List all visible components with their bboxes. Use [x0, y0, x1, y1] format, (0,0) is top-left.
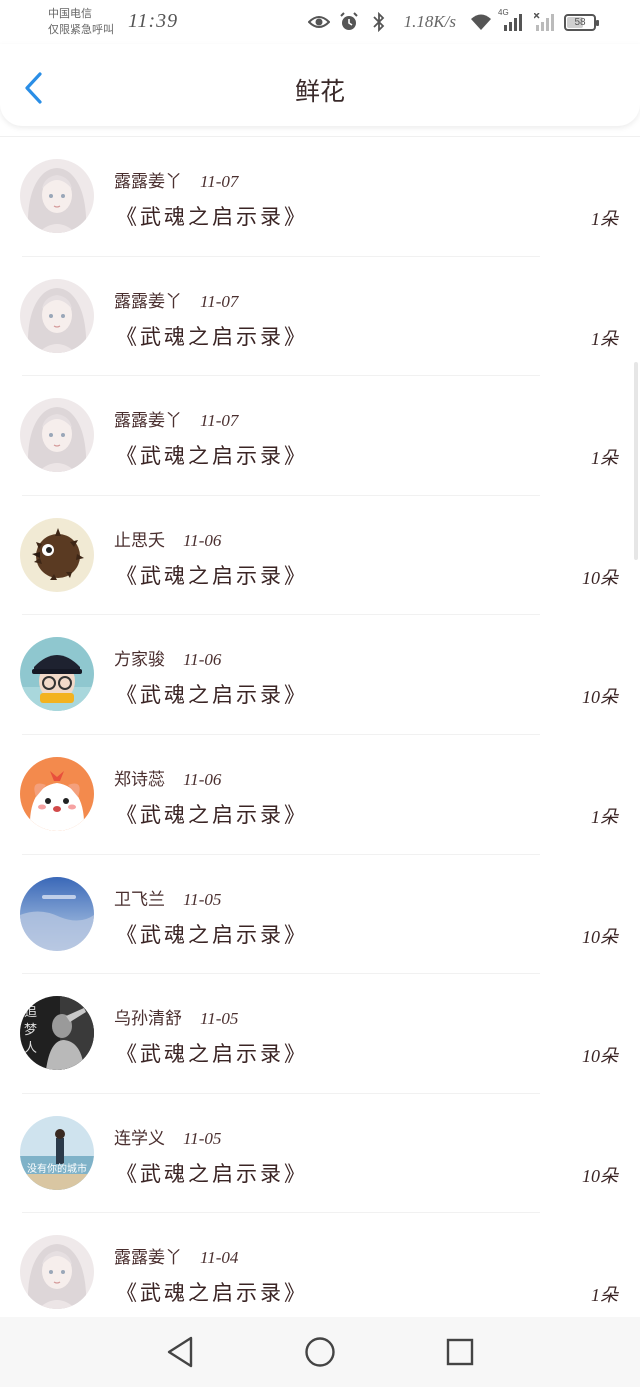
gift-date: 11-07: [200, 172, 239, 191]
avatar[interactable]: [20, 398, 94, 473]
gift-date: 11-06: [183, 530, 222, 550]
flower-count: 1朵: [591, 328, 618, 349]
flower-count: 1朵: [591, 209, 618, 229]
nav-home-button[interactable]: [298, 1330, 342, 1374]
avatar[interactable]: [20, 517, 94, 592]
book-title[interactable]: 《武魂之启示录》: [116, 560, 308, 590]
book-title[interactable]: 《武魂之启示录》: [116, 1038, 308, 1068]
avatar-caption: 追梦人: [24, 1005, 38, 1057]
book-title[interactable]: 《武魂之启示录》: [116, 1158, 308, 1188]
top-nav-bar: 鲜花: [0, 44, 640, 126]
avatar[interactable]: [20, 637, 94, 712]
sender-meta: 露露姜丫 11-07: [114, 406, 238, 431]
flower-count: 10朵: [582, 687, 618, 708]
flower-count: 1朵: [591, 448, 618, 469]
flower-count: 10朵: [582, 567, 618, 588]
book-title[interactable]: 《武魂之启示录》: [116, 919, 308, 949]
list-item[interactable]: 止思夭 11-06 《武魂之启示录》 10朵: [0, 496, 640, 616]
gift-date: 11-07: [200, 411, 239, 431]
gift-date: 11-05: [183, 889, 222, 909]
sender-meta: 卫飞兰 11-05: [114, 885, 221, 910]
gift-date: 11-04: [200, 1248, 239, 1268]
carrier-status: 仅限紧急呼叫: [48, 24, 114, 36]
sender-meta: 露露姜丫 11-04: [114, 1243, 238, 1268]
signal-icon: 4G: [498, 8, 526, 32]
list-item[interactable]: 露露姜丫 11-04 《武魂之启示录》 1朵: [0, 1213, 640, 1333]
gift-date: 11-07: [200, 291, 239, 311]
sender-name[interactable]: 乌孙清舒: [114, 1009, 182, 1029]
list-item[interactable]: 郑诗蕊 11-06 《武魂之启示录》 1朵: [0, 735, 640, 855]
gift-date: 11-06: [183, 769, 222, 789]
book-title[interactable]: 《武魂之启示录》: [116, 321, 308, 351]
flower-gift-list: 露露姜丫 11-07 《武魂之启示录》 1朵 露露姜丫 11-07 《武魂之启示录》 1朵 露露…: [0, 136, 640, 1333]
scrollbar[interactable]: [634, 362, 638, 560]
sender-meta: 连学义 11-05: [114, 1124, 221, 1149]
sender-name[interactable]: 卫飞兰: [114, 890, 165, 910]
list-item[interactable]: 没有你的城市 连学义 11-05 《武魂之启示录》 10朵: [0, 1094, 640, 1214]
flower-count: 10朵: [582, 1165, 618, 1186]
battery-icon: 58: [564, 13, 599, 31]
book-title[interactable]: 《武魂之启示录》: [116, 1277, 308, 1307]
sender-meta: 乌孙清舒 11-05: [114, 1004, 238, 1029]
status-bar: 中国电信 仅限紧急呼叫 11:39 1.18K/s 4G 58: [0, 0, 640, 44]
bluetooth-icon: [368, 12, 390, 32]
avatar[interactable]: [20, 1235, 94, 1310]
sender-name[interactable]: 露露姜丫: [114, 292, 182, 312]
sender-meta: 方家骏 11-06: [114, 645, 221, 670]
sender-meta: 露露姜丫 11-07: [114, 167, 238, 192]
battery-level: 58: [574, 16, 586, 28]
alarm-icon: [338, 12, 360, 32]
avatar[interactable]: [20, 278, 94, 353]
back-triangle-icon: [167, 1336, 193, 1368]
list-item[interactable]: 露露姜丫 11-07 《武魂之启示录》 1朵: [0, 257, 640, 377]
system-nav-bar: [0, 1317, 640, 1387]
sender-meta: 露露姜丫 11-07: [114, 287, 238, 312]
status-time: 11:39: [128, 10, 179, 32]
page-title: 鲜花: [294, 77, 345, 106]
flower-count: 10朵: [582, 926, 618, 947]
flower-count: 10朵: [582, 1046, 618, 1067]
list-item[interactable]: 方家骏 11-06 《武魂之启示录》 10朵: [0, 615, 640, 735]
list-item[interactable]: 露露姜丫 11-07 《武魂之启示录》 1朵: [0, 376, 640, 496]
avatar[interactable]: [20, 159, 94, 233]
carrier-info: 中国电信 仅限紧急呼叫: [48, 6, 114, 38]
book-title[interactable]: 《武魂之启示录》: [116, 201, 308, 231]
eye-icon: [307, 12, 330, 32]
sender-name[interactable]: 露露姜丫: [114, 172, 182, 192]
gift-date: 11-06: [183, 650, 222, 670]
status-icons: 1.18K/s 4G 58: [307, 8, 599, 34]
wifi-icon: [470, 12, 492, 32]
recents-square-icon: [446, 1338, 474, 1366]
sender-name[interactable]: 止思夭: [114, 531, 165, 551]
sender-meta: 郑诗蕊 11-06: [114, 765, 221, 790]
sender-name[interactable]: 连学义: [114, 1129, 165, 1149]
sender-name[interactable]: 郑诗蕊: [114, 770, 165, 790]
carrier-name: 中国电信: [48, 8, 92, 20]
sender-name[interactable]: 露露姜丫: [114, 1248, 182, 1268]
gift-date: 11-05: [200, 1009, 239, 1029]
signal-off-icon: [534, 12, 556, 32]
sender-meta: 止思夭 11-06: [114, 526, 221, 551]
sender-name[interactable]: 露露姜丫: [114, 411, 182, 431]
avatar[interactable]: 没有你的城市: [20, 1115, 94, 1190]
flower-count: 1朵: [591, 806, 618, 827]
flower-count: 1朵: [591, 1285, 618, 1306]
net-speed: 1.18K/s: [403, 12, 456, 31]
gift-date: 11-05: [183, 1128, 222, 1148]
book-title[interactable]: 《武魂之启示录》: [116, 679, 308, 709]
nav-back-button[interactable]: [158, 1330, 202, 1374]
avatar-caption: 没有你的城市: [27, 1163, 87, 1175]
network-type-badge: 4G: [498, 8, 509, 17]
list-item[interactable]: 露露姜丫 11-07 《武魂之启示录》 1朵: [0, 137, 640, 257]
nav-recents-button[interactable]: [438, 1330, 482, 1374]
avatar[interactable]: 追梦人: [20, 996, 94, 1071]
list-item[interactable]: 卫飞兰 11-05 《武魂之启示录》 10朵: [0, 855, 640, 975]
list-item[interactable]: 追梦人 乌孙清舒 11-05 《武魂之启示录》 10朵: [0, 974, 640, 1094]
sender-name[interactable]: 方家骏: [114, 650, 165, 670]
home-circle-icon: [305, 1337, 335, 1367]
avatar[interactable]: [20, 876, 94, 951]
avatar[interactable]: [20, 756, 94, 831]
book-title[interactable]: 《武魂之启示录》: [116, 440, 308, 470]
book-title[interactable]: 《武魂之启示录》: [116, 799, 308, 829]
